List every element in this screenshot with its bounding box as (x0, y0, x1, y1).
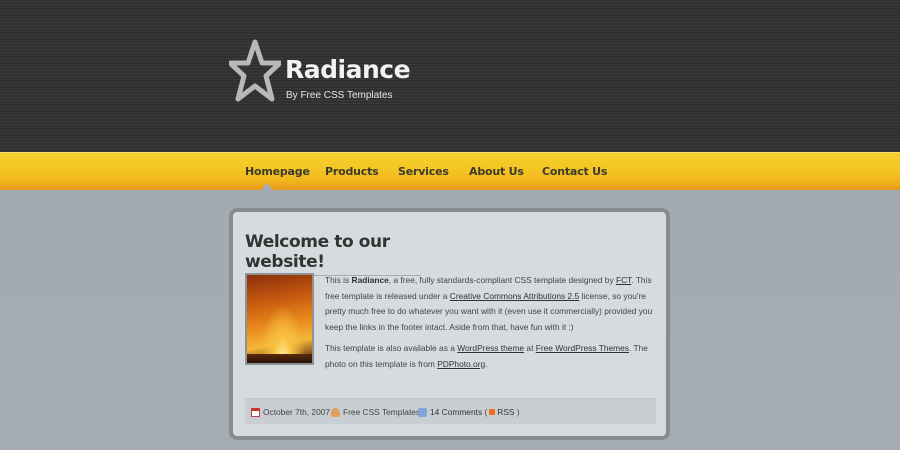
site-title[interactable]: Radiance (285, 55, 411, 84)
star-logo-icon[interactable] (229, 39, 281, 105)
free-wordpress-themes-link[interactable]: Free WordPress Themes (536, 343, 629, 353)
fct-link[interactable]: FCT (616, 275, 631, 285)
rss-link[interactable]: RSS (497, 407, 514, 417)
text: This is (325, 275, 352, 285)
post-date: October 7th, 2007 (251, 407, 330, 417)
creative-commons-link[interactable]: Creative Commons Attributions 2.5 (450, 291, 579, 301)
post-comments: 14 Comments ( RSS ) (418, 407, 520, 417)
text: This template is also available as a (325, 343, 458, 353)
main-menu: Homepage Products Services About Us Cont… (0, 152, 900, 190)
rss-paren-open: ( (484, 407, 488, 417)
post-box: Welcome to our website! This is Radiance… (229, 208, 670, 440)
text: , a free, fully standards-compliant CSS … (388, 275, 616, 285)
comment-icon (418, 407, 427, 417)
post-photo (245, 273, 314, 365)
post-body: This is Radiance, a free, fully standard… (325, 273, 655, 378)
active-menu-indicator (261, 183, 273, 190)
post-paragraph-1: This is Radiance, a free, fully standard… (325, 273, 655, 335)
text: at (524, 343, 536, 353)
menu-item-homepage[interactable]: Homepage (245, 165, 310, 178)
rss-icon (489, 409, 496, 415)
post-paragraph-2: This template is also available as a Wor… (325, 341, 655, 372)
header: Radiance By Free CSS Templates (0, 0, 900, 152)
pdphoto-link[interactable]: PDPhoto.org (437, 359, 485, 369)
wordpress-theme-link[interactable]: WordPress theme (457, 343, 524, 353)
menu-item-about-us[interactable]: About Us (469, 165, 524, 178)
calendar-icon (251, 407, 260, 417)
date-text: October 7th, 2007 (263, 407, 331, 417)
site-subtitle: By Free CSS Templates (286, 90, 393, 101)
comments-link[interactable]: 14 Comments (430, 407, 482, 417)
post-author: Free CSS Templates (331, 407, 420, 417)
menu-item-products[interactable]: Products (325, 165, 379, 178)
author-icon (331, 407, 340, 417)
text: . (485, 358, 488, 369)
rss-paren-close: ) (516, 407, 520, 417)
author-text: Free CSS Templates (343, 407, 421, 417)
bold-text: Radiance (351, 275, 389, 285)
post-title: Welcome to our website! (245, 232, 421, 276)
menu-item-services[interactable]: Services (398, 165, 449, 178)
post-meta: October 7th, 2007 Free CSS Templates 14 … (245, 398, 656, 424)
menu-item-contact-us[interactable]: Contact Us (542, 165, 607, 178)
